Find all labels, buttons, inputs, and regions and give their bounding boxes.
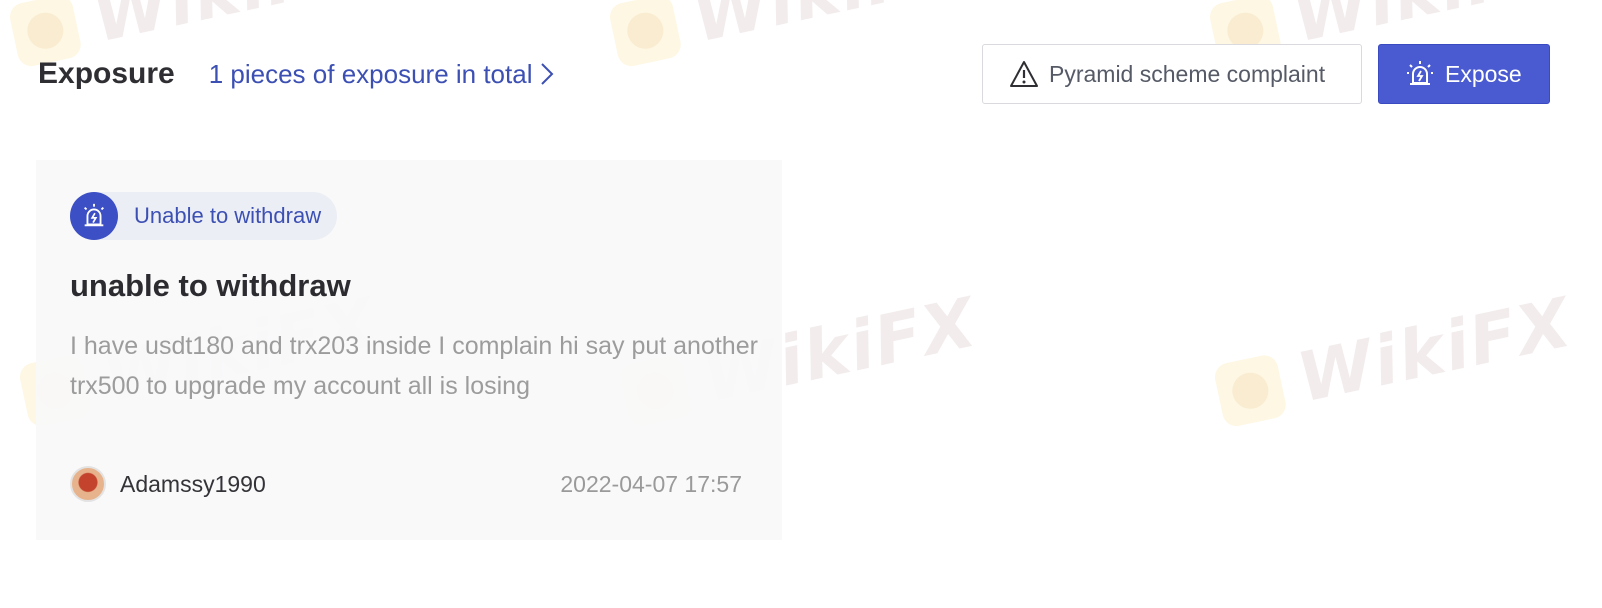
avatar[interactable] xyxy=(70,466,106,502)
card-footer: Adamssy1990 2022-04-07 17:57 xyxy=(70,464,742,504)
expose-button[interactable]: Expose xyxy=(1378,44,1550,104)
report-body: I have usdt180 and trx203 inside I compl… xyxy=(70,332,758,400)
chevron-right-icon xyxy=(541,63,554,85)
warning-triangle-icon xyxy=(1010,61,1038,87)
exposure-header: Exposure 1 pieces of exposure in total P… xyxy=(38,44,1550,104)
pyramid-complaint-label: Pyramid scheme complaint xyxy=(1049,60,1326,87)
alarm-siren-icon xyxy=(1407,61,1433,85)
watermark-logo-icon xyxy=(1212,352,1289,429)
expose-button-label: Expose xyxy=(1445,60,1522,87)
page-title: Exposure xyxy=(38,57,175,90)
alarm-siren-icon xyxy=(70,192,118,240)
header-actions: Pyramid scheme complaint Expose xyxy=(982,44,1550,104)
report-title: unable to withdraw xyxy=(70,268,351,303)
watermark-text: WikiFX xyxy=(1290,283,1580,419)
category-tag-label: Unable to withdraw xyxy=(134,203,322,228)
watermark: WikiFX xyxy=(1211,283,1579,435)
timestamp: 2022-04-07 17:57 xyxy=(560,470,742,497)
username[interactable]: Adamssy1990 xyxy=(120,471,266,498)
exposure-total-label: 1 pieces of exposure in total xyxy=(208,58,533,89)
exposure-card[interactable]: Unable to withdraw unable to withdraw I … xyxy=(36,160,782,540)
pyramid-complaint-button[interactable]: Pyramid scheme complaint xyxy=(982,44,1362,104)
category-tag: Unable to withdraw xyxy=(70,192,338,240)
exposure-total-link[interactable]: 1 pieces of exposure in total xyxy=(209,59,555,90)
